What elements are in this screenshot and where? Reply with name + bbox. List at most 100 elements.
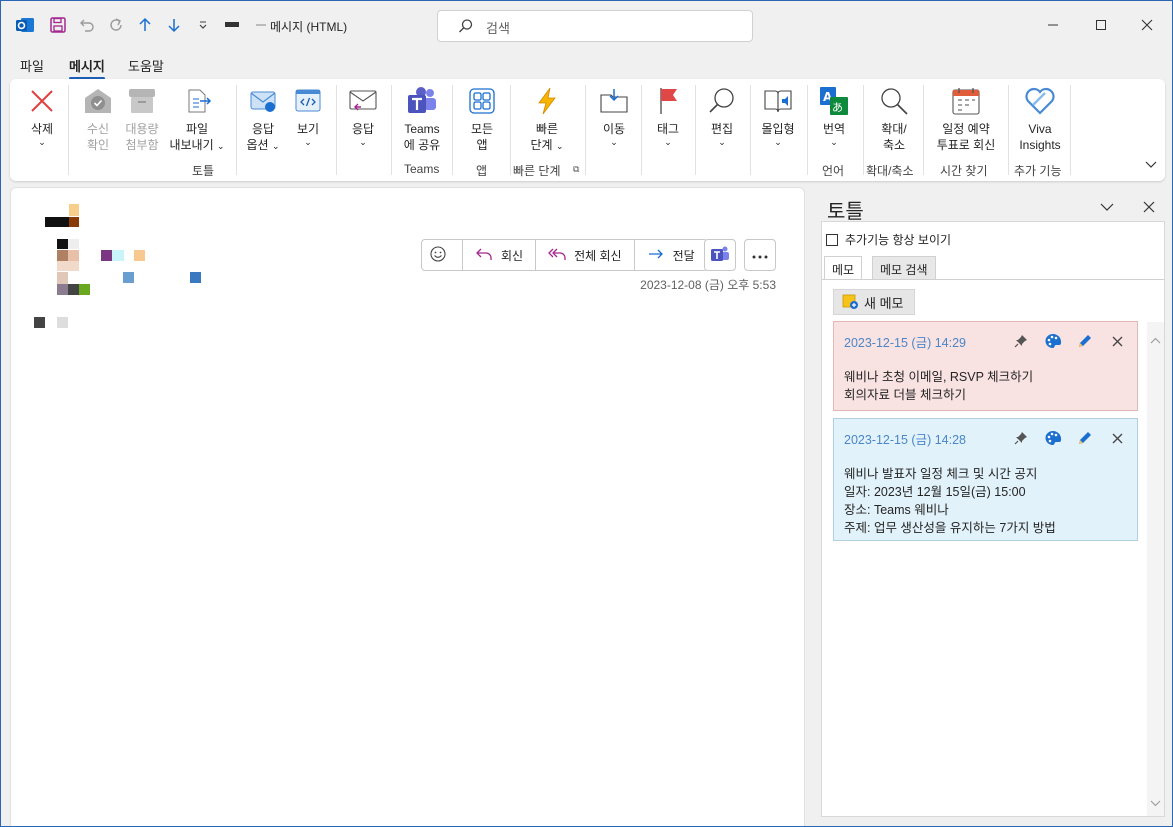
pane-close-icon[interactable] [1139, 197, 1159, 217]
save-icon[interactable] [48, 15, 68, 35]
view-label: 보기 [296, 122, 320, 136]
delete-memo-icon[interactable] [1101, 332, 1133, 350]
reply-options-button[interactable]: 응답 옵션 ⌄ [242, 83, 284, 153]
tab-message[interactable]: 메시지 [69, 56, 105, 80]
reply-options-label-1: 응답 [251, 122, 275, 136]
new-memo-button[interactable]: 새 메모 [833, 289, 915, 315]
undo-icon[interactable] [77, 15, 97, 35]
scroll-up-chevron-icon[interactable] [1150, 334, 1161, 348]
envelope-reply-icon [345, 83, 381, 119]
edit-pencil-icon[interactable] [1069, 332, 1101, 350]
palette-icon[interactable] [1037, 332, 1069, 350]
next-item-icon[interactable] [164, 15, 184, 35]
archive-box-icon [124, 83, 160, 119]
reading-pane: 회신 전체 회신 전달 2023-12-08 (금) 오후 5:53 [10, 187, 805, 826]
translate-button[interactable]: Aあ 번역 ⌄ [814, 83, 854, 147]
search-icon [458, 18, 474, 37]
translate-label: 번역 [822, 122, 846, 136]
chevron-down-icon: ⌄ [718, 137, 726, 147]
apps-grid-icon [464, 83, 500, 119]
share-to-teams-button[interactable]: Teams 에 공유 [398, 83, 446, 153]
group-label-language: 언어 [822, 164, 845, 178]
large-attachment-button[interactable]: 대용량 첨부함 [122, 83, 162, 153]
title-separator [256, 24, 266, 26]
zoom-button[interactable]: 확대/ 축소 [872, 83, 916, 153]
minimize-button[interactable] [1041, 13, 1065, 37]
teams-icon [710, 244, 730, 267]
viva-insights-icon [1022, 83, 1058, 119]
collapse-ribbon-chevron-icon[interactable] [1145, 159, 1157, 173]
tab-file[interactable]: 파일 [20, 56, 44, 75]
quick-steps-button[interactable]: 빠른 단계 ⌄ [522, 83, 572, 153]
search-box[interactable]: 검색 [437, 10, 753, 42]
teams-chat-button[interactable] [704, 239, 736, 271]
previous-item-icon[interactable] [135, 15, 155, 35]
tab-memo[interactable]: 메모 [824, 256, 863, 280]
respond-button[interactable]: 응답 ⌄ [344, 83, 382, 147]
outlook-app-icon [15, 15, 35, 35]
chevron-down-icon: ⌄ [271, 141, 280, 151]
redo-icon[interactable] [106, 15, 126, 35]
memo-line: 일자: 2023년 12월 15일(금) 15:00 [844, 485, 1026, 499]
delete-memo-icon[interactable] [1101, 429, 1133, 447]
large-attachment-label-2: 첨부함 [125, 138, 159, 152]
chevron-down-icon: ⌄ [38, 137, 46, 147]
customize-toolbar-icon[interactable] [193, 15, 213, 35]
teams-icon [404, 83, 440, 119]
memo-card[interactable]: 2023-12-15 (금) 14:29 웨비나 초청 이메일, RSVP 체크… [833, 321, 1138, 411]
pin-icon[interactable] [1005, 332, 1037, 350]
zoom-label-1: 확대/ [881, 122, 907, 136]
envelope-check-icon [80, 83, 116, 119]
viva-insights-button[interactable]: Viva Insights [1016, 83, 1064, 153]
always-show-checkbox-row[interactable]: 추가기능 항상 보이기 [826, 231, 951, 248]
tags-button[interactable]: 태그 ⌄ [650, 83, 686, 147]
respond-label: 응답 [351, 122, 375, 136]
editing-button[interactable]: 편집 ⌄ [704, 83, 740, 147]
pane-options-chevron-icon[interactable] [1097, 197, 1117, 217]
reply-button[interactable]: 회신 [463, 240, 537, 270]
menu-bar: 파일 메시지 도움말 [1, 51, 1172, 80]
tab-help[interactable]: 도움말 [128, 56, 164, 75]
forward-button[interactable]: 전달 [635, 240, 707, 270]
memo-date: 2023-12-15 (금) 14:29 [844, 336, 966, 350]
memo-line: 장소: Teams 웨비나 [844, 503, 949, 517]
new-memo-label: 새 메모 [864, 295, 904, 311]
all-apps-button[interactable]: 모든 앱 [464, 83, 500, 153]
more-actions-button[interactable] [744, 239, 776, 271]
pin-icon[interactable] [1005, 429, 1037, 447]
delete-icon [24, 83, 60, 119]
memo-line: 웨비나 발표자 일정 체크 및 시간 공지 [844, 467, 1038, 481]
edit-pencil-icon[interactable] [1069, 429, 1101, 447]
reply-all-button[interactable]: 전체 회신 [536, 240, 635, 270]
folder-move-icon [596, 83, 632, 119]
group-label-find-time: 시간 찾기 [940, 164, 988, 178]
palette-icon[interactable] [1037, 429, 1069, 447]
schedule-poll-button[interactable]: 일정 예약 투표로 회신 [930, 83, 1002, 153]
title-bar: 메시지 (HTML) 검색 [1, 1, 1172, 51]
emoji-reaction-button[interactable] [422, 240, 463, 270]
memo-line: 회의자료 더블 체크하기 [844, 388, 966, 402]
chevron-down-icon: ⌄ [555, 141, 564, 151]
memo-card[interactable]: 2023-12-15 (금) 14:28 웨비나 발표자 일정 체크 및 시간 … [833, 418, 1138, 541]
chevron-down-icon: ⌄ [610, 137, 618, 147]
immersive-reader-button[interactable]: 몰입형 ⌄ [758, 83, 798, 147]
tab-divider [822, 279, 1164, 280]
reply-all-label: 전체 회신 [574, 248, 622, 263]
view-source-button[interactable]: 보기 ⌄ [290, 83, 326, 147]
dialog-launcher-icon[interactable]: ⧉ [573, 164, 579, 175]
always-show-checkbox[interactable] [826, 233, 838, 246]
export-file-button[interactable]: 파일 내보내기 ⌄ [166, 83, 228, 153]
memo-list-scrollbar[interactable] [1147, 322, 1164, 816]
tab-memo-search[interactable]: 메모 검색 [872, 256, 936, 280]
delete-button[interactable]: 삭제 ⌄ [22, 83, 62, 147]
read-receipt-button[interactable]: 수신 확인 [78, 83, 118, 153]
ribbon-separator [1070, 85, 1071, 175]
new-note-icon [842, 293, 864, 312]
scroll-down-chevron-icon[interactable] [1150, 796, 1161, 810]
maximize-button[interactable] [1089, 13, 1113, 37]
ribbon: 삭제 ⌄ 수신 확인 대용량 첨부함 파일 내보내기 ⌄ 응답 옵션 ⌄ 보기 … [10, 79, 1165, 181]
close-button[interactable] [1135, 13, 1159, 37]
delete-label: 삭제 [30, 122, 54, 136]
move-button[interactable]: 이동 ⌄ [596, 83, 632, 147]
ribbon-separator [510, 85, 511, 175]
